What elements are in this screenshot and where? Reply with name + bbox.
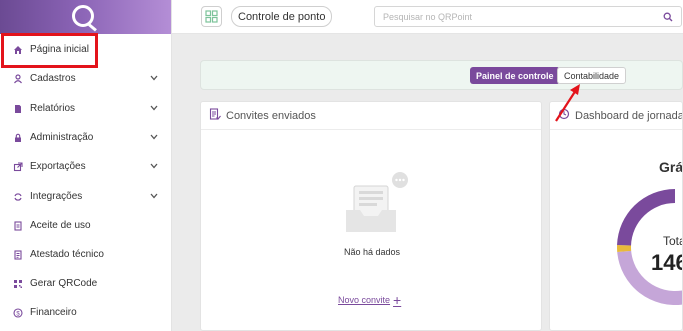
- tab-contabilidade[interactable]: Contabilidade: [557, 67, 627, 84]
- sidebar-item-label: Financeiro: [30, 307, 77, 318]
- donut-total-value: 146: [651, 250, 682, 275]
- lock-icon: [12, 132, 24, 144]
- donut-chart: [617, 189, 682, 305]
- sidebar-item-label: Cadastros: [30, 73, 76, 84]
- donut-segment-yellow: [617, 244, 632, 253]
- empty-state-illustration: [201, 172, 543, 245]
- module-selector-button[interactable]: Controle de ponto: [231, 6, 333, 27]
- sidebar-item-label: Atestado técnico: [30, 249, 104, 260]
- search-icon[interactable]: [663, 12, 673, 25]
- sidebar-item-label: Exportações: [30, 161, 86, 172]
- certificate-icon: [12, 249, 24, 261]
- external-link-icon: [12, 161, 24, 173]
- sync-icon: [12, 191, 24, 203]
- sidebar-item-label: Integrações: [30, 191, 83, 202]
- new-invite-label: Novo convite: [338, 295, 391, 305]
- chevron-down-icon: [150, 103, 158, 114]
- sidebar: Página inicial Cadastros Relatórios Admi…: [0, 0, 172, 331]
- sidebar-item-label: Relatórios: [30, 103, 76, 114]
- invite-list-icon: [209, 108, 221, 123]
- sidebar-item-exportacoes[interactable]: Exportações: [0, 152, 172, 181]
- apps-grid-button[interactable]: [201, 6, 222, 27]
- document-check-icon: [12, 220, 24, 232]
- sidebar-item-administracao[interactable]: Administração: [0, 123, 172, 152]
- logo-bar: [0, 0, 171, 34]
- sidebar-item-integracoes[interactable]: Integrações: [0, 182, 172, 211]
- qrpoint-logo[interactable]: [72, 5, 94, 27]
- sidebar-item-atestado-tecnico[interactable]: Atestado técnico: [0, 240, 172, 269]
- plus-icon: +: [393, 292, 402, 308]
- sidebar-item-label: Aceite de uso: [30, 220, 91, 231]
- sidebar-item-aceite-de-uso[interactable]: Aceite de uso: [0, 211, 172, 240]
- sidebar-item-relatorios[interactable]: Relatórios: [0, 94, 172, 123]
- invites-card: Convites enviados Não há dados Novo conv…: [200, 101, 542, 331]
- grid-icon: [205, 10, 218, 23]
- chevron-down-icon: [150, 132, 158, 143]
- chevron-down-icon: [150, 73, 158, 84]
- new-invite-link[interactable]: Novo convite +: [338, 292, 401, 308]
- dollar-icon: $: [12, 307, 24, 319]
- user-icon: [12, 73, 24, 85]
- chevron-down-icon: [150, 161, 158, 172]
- sidebar-item-financeiro[interactable]: $ Financeiro: [0, 298, 172, 327]
- view-switch-bar: Painel de controle Contabilidade: [200, 60, 683, 90]
- sidebar-item-gerar-qrcode[interactable]: Gerar QRCode: [0, 269, 172, 298]
- highlight-annotation-box: [1, 33, 98, 68]
- tab-painel-de-controle[interactable]: Painel de controle: [470, 67, 560, 84]
- qrcode-icon: [12, 278, 24, 290]
- chevron-down-icon: [150, 191, 158, 202]
- empty-inbox-icon: [346, 172, 408, 232]
- sidebar-item-label: Gerar QRCode: [30, 278, 98, 289]
- empty-state-text: Não há dados: [343, 247, 401, 257]
- search-box: [374, 6, 682, 27]
- sidebar-item-cadastros[interactable]: Cadastros: [0, 64, 172, 93]
- search-input[interactable]: [383, 11, 653, 22]
- file-icon: [12, 103, 24, 115]
- donut-total-label: Total: [663, 234, 682, 248]
- dashboard-card: Dashboard de jornada Gráf Total 146: [549, 101, 683, 331]
- sidebar-item-label: Administração: [30, 132, 94, 143]
- invites-card-header: Convites enviados: [201, 102, 541, 130]
- top-bar: Controle de ponto: [172, 0, 683, 34]
- invites-card-title: Convites enviados: [226, 109, 316, 122]
